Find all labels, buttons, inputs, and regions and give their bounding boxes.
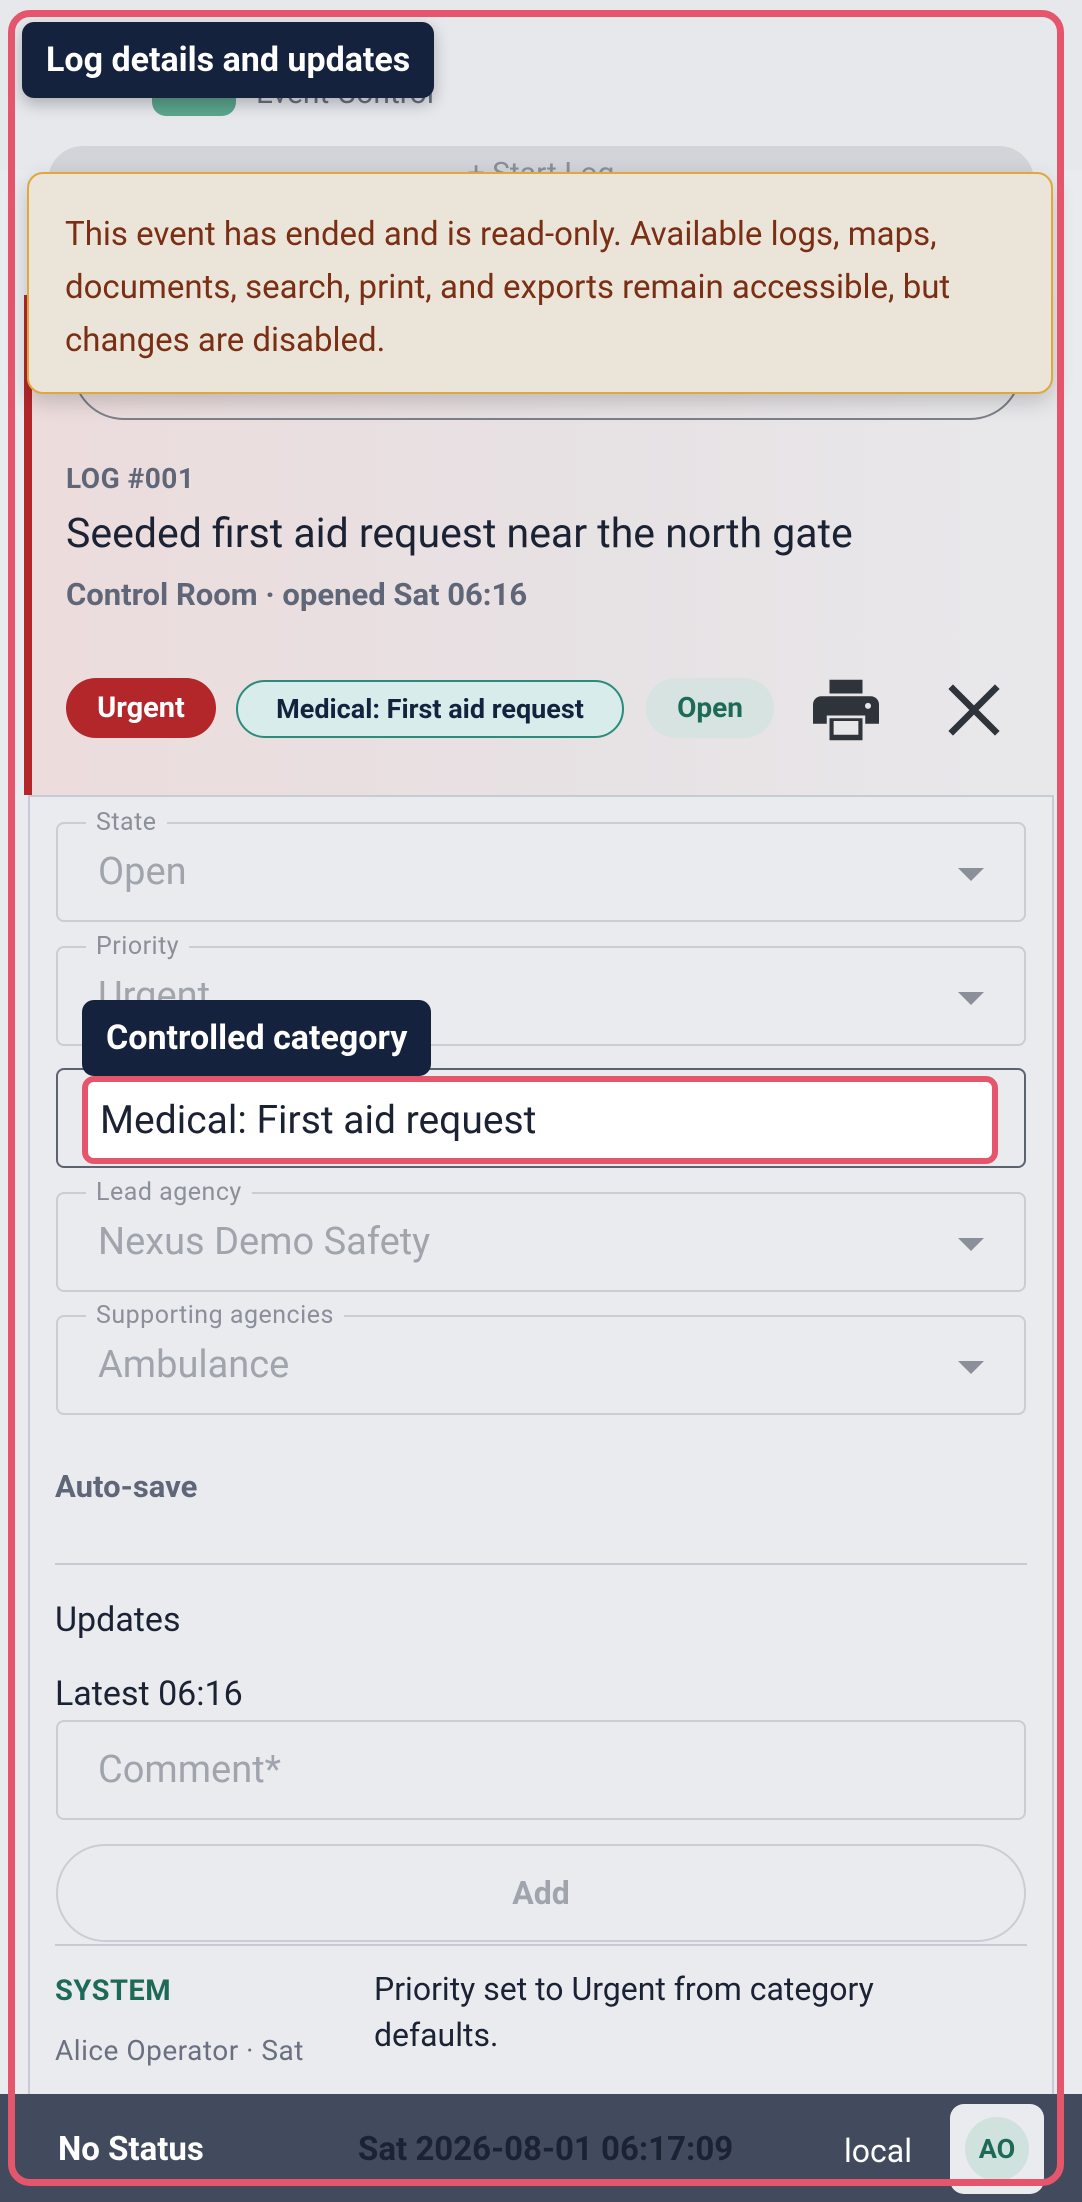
- chevron-down-icon: [958, 1238, 984, 1251]
- chevron-down-icon: [958, 1361, 984, 1374]
- update-author: Alice Operator · Sat: [55, 2034, 304, 2067]
- priority-label: Priority: [86, 932, 190, 961]
- read-only-banner: This event has ended and is read-only. A…: [27, 172, 1053, 394]
- state-label: State: [86, 808, 167, 837]
- page-tooltip: Log details and updates: [22, 22, 435, 98]
- category-input[interactable]: Medical: First aid request: [82, 1076, 998, 1164]
- chevron-down-icon: [958, 992, 984, 1005]
- lead-agency-value: Nexus Demo Safety: [98, 1220, 431, 1264]
- log-title: Seeded first aid request near the north …: [66, 510, 853, 558]
- chevron-down-icon: [958, 868, 984, 881]
- supporting-agencies-label: Supporting agencies: [86, 1301, 344, 1330]
- lead-agency-label: Lead agency: [86, 1178, 252, 1207]
- category-chip: Medical: First aid request: [236, 680, 624, 738]
- add-update-button[interactable]: Add: [56, 1844, 1026, 1942]
- updates-heading: Updates: [55, 1600, 181, 1640]
- supporting-agencies-value: Ambulance: [98, 1343, 290, 1387]
- clock: Sat 2026-08-01 06:17:09: [358, 2130, 734, 2169]
- state-chip: Open: [646, 678, 774, 738]
- timezone-label: local: [844, 2132, 912, 2170]
- lead-agency-select[interactable]: Lead agency Nexus Demo Safety: [56, 1178, 1026, 1292]
- avatar: AO: [965, 2117, 1029, 2181]
- log-subtitle: Control Room · opened Sat 06:16: [66, 576, 528, 613]
- status-bar: No Status Sat 2026-08-01 06:17:09 local …: [0, 2094, 1082, 2202]
- avatar-button[interactable]: AO: [950, 2104, 1044, 2194]
- autosave-label: Auto-save: [55, 1468, 198, 1505]
- divider: [55, 1563, 1027, 1565]
- state-select[interactable]: State Open: [56, 808, 1026, 922]
- print-icon: [813, 679, 879, 741]
- print-button[interactable]: [806, 670, 886, 750]
- state-value: Open: [98, 850, 187, 894]
- priority-chip: Urgent: [66, 678, 216, 738]
- category-tooltip: Controlled category: [82, 1000, 432, 1076]
- close-button[interactable]: [934, 670, 1014, 750]
- latest-update-time: Latest 06:16: [55, 1674, 243, 1714]
- close-icon: [948, 684, 1000, 736]
- update-text: Priority set to Urgent from category def…: [374, 1970, 874, 2054]
- comment-input[interactable]: Comment*: [56, 1720, 1026, 1820]
- operator-status[interactable]: No Status: [58, 2130, 204, 2169]
- divider: [55, 1944, 1027, 1946]
- supporting-agencies-select[interactable]: Supporting agencies Ambulance: [56, 1301, 1026, 1415]
- update-source: SYSTEM: [55, 1974, 172, 2008]
- log-number: LOG #001: [66, 462, 195, 495]
